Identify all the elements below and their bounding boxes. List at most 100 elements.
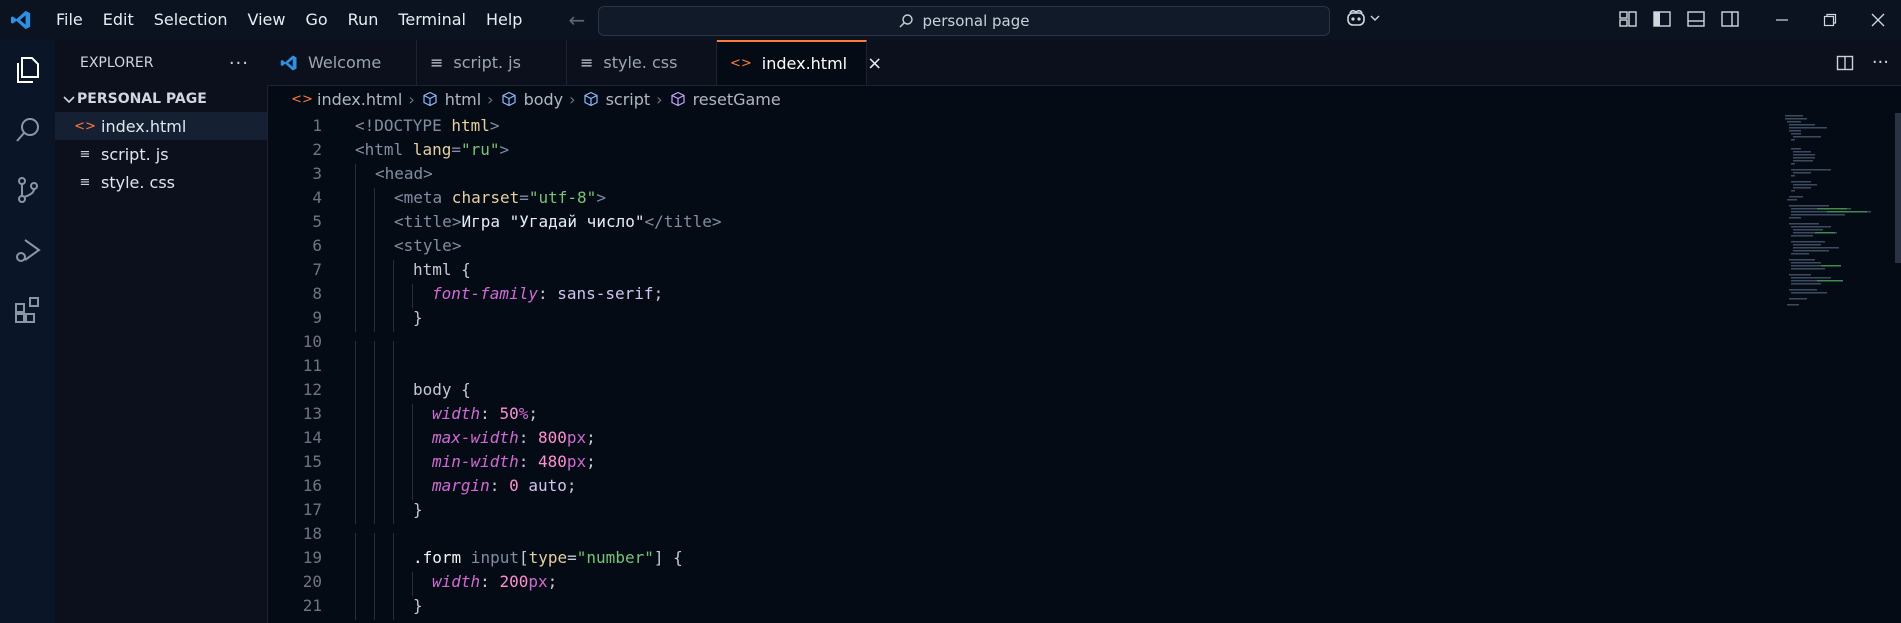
file-label: script. js xyxy=(101,144,169,164)
cube-icon xyxy=(500,91,518,107)
explorer-activity-button[interactable] xyxy=(0,40,55,100)
extensions-icon xyxy=(14,297,39,323)
menu-view[interactable]: View xyxy=(238,0,296,40)
file-label: index.html xyxy=(101,116,187,136)
menu-run[interactable]: Run xyxy=(338,0,389,40)
breadcrumb-item[interactable]: resetGame xyxy=(693,90,781,109)
minimize-button[interactable] xyxy=(1758,0,1806,40)
token: % xyxy=(518,403,529,423)
file-item-style-css[interactable]: ≡ style. css xyxy=(55,168,267,196)
breadcrumb-item[interactable]: index.html xyxy=(317,90,402,109)
text-file-icon: ≡ xyxy=(580,53,594,72)
menu-help[interactable]: Help xyxy=(476,0,532,40)
explorer-sidebar: EXPLORER ··· PERSONAL PAGE <> index.html… xyxy=(55,40,268,623)
split-editor-icon[interactable] xyxy=(1836,54,1854,72)
line-number: 4 xyxy=(312,187,322,207)
token: < xyxy=(394,211,404,231)
token: body xyxy=(413,379,452,399)
token: : xyxy=(537,283,558,303)
explorer-title: EXPLORER xyxy=(80,55,154,71)
tab-script-js[interactable]: ≡ script. js xyxy=(417,40,567,85)
token: ; xyxy=(653,283,664,303)
token: : xyxy=(518,451,538,471)
back-arrow-icon[interactable]: ← xyxy=(568,8,585,32)
token: input xyxy=(461,547,519,567)
breadcrumb-item[interactable]: script xyxy=(606,90,651,109)
tab-label: script. js xyxy=(453,53,521,72)
extensions-activity-button[interactable] xyxy=(0,280,55,340)
menu-selection[interactable]: Selection xyxy=(144,0,238,40)
editor-tab-bar: Welcome ≡ script. js ≡ style. css <> ind… xyxy=(267,40,1901,86)
menu-terminal[interactable]: Terminal xyxy=(388,0,476,40)
run-debug-activity-button[interactable] xyxy=(0,220,55,280)
tab-index-html[interactable]: <> index.html × xyxy=(717,40,882,85)
token: auto xyxy=(518,475,567,495)
breadcrumb: <> index.html › html › body › script › r… xyxy=(267,85,1793,113)
menu-go[interactable]: Go xyxy=(295,0,337,40)
token: = xyxy=(567,547,577,567)
toggle-panel-icon[interactable] xyxy=(1686,9,1706,29)
code-line: 16 margin: 0 auto; xyxy=(267,473,1777,500)
token: : xyxy=(518,427,538,447)
menu-edit[interactable]: Edit xyxy=(93,0,144,40)
source-control-activity-button[interactable] xyxy=(0,160,55,220)
minimap[interactable] xyxy=(1777,113,1887,623)
toggle-secondary-sidebar-icon[interactable] xyxy=(1720,9,1740,29)
source-control-icon xyxy=(17,177,38,203)
token: { xyxy=(451,259,471,279)
close-tab-icon[interactable]: × xyxy=(867,53,882,74)
code-text: .form input[type="number"] { xyxy=(355,547,683,572)
token: [ xyxy=(518,547,529,567)
more-actions-icon[interactable]: ··· xyxy=(1872,52,1889,73)
tab-label: Welcome xyxy=(308,53,382,72)
close-window-button[interactable] xyxy=(1854,0,1901,40)
copilot-button[interactable] xyxy=(1345,8,1381,28)
line-number: 14 xyxy=(302,427,322,447)
token: 50 xyxy=(499,403,519,423)
line-number: 9 xyxy=(312,307,322,327)
search-activity-button[interactable] xyxy=(0,100,55,160)
token: < xyxy=(394,187,404,207)
tab-welcome[interactable]: Welcome xyxy=(267,40,417,85)
tab-style-css[interactable]: ≡ style. css xyxy=(567,40,717,85)
breadcrumb-item[interactable]: html xyxy=(445,90,481,109)
editor-scrollbar[interactable] xyxy=(1895,113,1901,263)
chevron-right-icon: › xyxy=(487,89,494,109)
token: } xyxy=(413,595,423,615)
code-text: width: 200px; xyxy=(355,571,557,596)
code-text: html { xyxy=(355,259,471,284)
line-number: 18 xyxy=(302,523,322,543)
file-item-index-html[interactable]: <> index.html xyxy=(55,112,267,140)
token: > xyxy=(451,211,462,231)
customize-layout-icon[interactable] xyxy=(1618,9,1638,29)
token: ; xyxy=(566,475,577,495)
code-line: 18 xyxy=(267,521,1777,557)
minimap-preview xyxy=(1785,115,1871,306)
line-number: 13 xyxy=(302,403,322,423)
token: "utf-8" xyxy=(528,187,597,207)
code-line: 22 xyxy=(267,617,1777,623)
token: ; xyxy=(586,427,596,447)
code-line: 19 .form input[type="number"] { xyxy=(267,545,1777,572)
title-bar: File Edit Selection View Go Run Terminal… xyxy=(0,0,1901,40)
more-actions-icon[interactable]: ··· xyxy=(229,53,249,74)
editor-actions: ··· xyxy=(1836,40,1889,85)
token: margin xyxy=(432,475,490,495)
command-center-search[interactable]: personal page xyxy=(598,6,1330,36)
breadcrumb-item[interactable]: body xyxy=(524,90,564,109)
token: max-width xyxy=(432,427,519,447)
toggle-primary-sidebar-icon[interactable] xyxy=(1652,9,1672,29)
line-number: 19 xyxy=(302,547,322,567)
line-number: 7 xyxy=(312,259,322,279)
file-item-script-js[interactable]: ≡ script. js xyxy=(55,140,267,168)
code-line: 15 min-width: 480px; xyxy=(267,449,1777,476)
line-number: 16 xyxy=(302,475,322,495)
html-file-icon: <> xyxy=(291,91,313,107)
token: > xyxy=(499,139,510,159)
folder-personal-page[interactable]: PERSONAL PAGE xyxy=(55,86,267,112)
restore-button[interactable] xyxy=(1806,0,1854,40)
menu-file[interactable]: File xyxy=(46,0,93,40)
code-editor[interactable]: 1 <!DOCTYPE html> 2 <html lang="ru"> 3 <… xyxy=(267,113,1777,623)
code-line: 13 width: 50%; xyxy=(267,401,1777,428)
line-number: 17 xyxy=(302,499,322,519)
